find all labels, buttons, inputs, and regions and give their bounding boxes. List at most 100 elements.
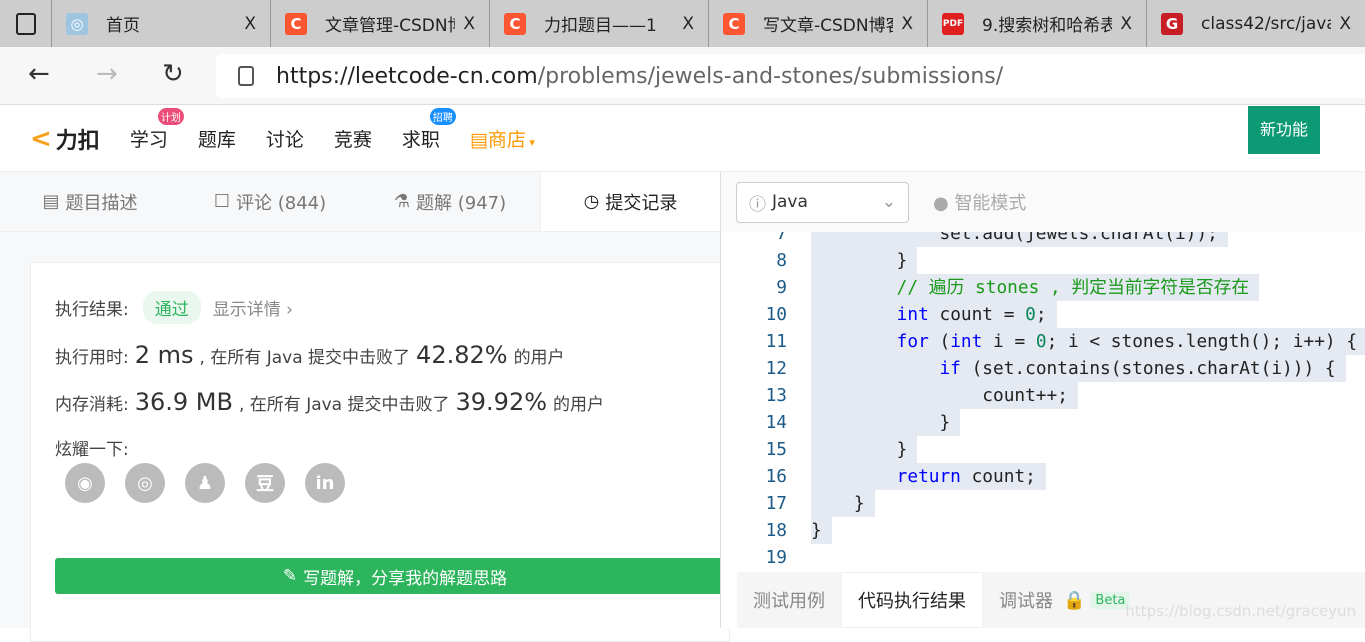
- browser-tab[interactable]: C 力扣题目——1 X: [489, 0, 708, 47]
- code-line: }: [811, 436, 918, 463]
- nav-item[interactable]: 题库: [198, 125, 236, 152]
- tab-submissions[interactable]: ◷ 提交记录: [540, 172, 720, 231]
- douban-icon[interactable]: 豆: [245, 463, 285, 503]
- nav-item[interactable]: 学习 计划: [130, 108, 184, 152]
- line-number: 12: [765, 358, 787, 379]
- linkedin-icon[interactable]: in: [305, 463, 345, 503]
- qq-icon[interactable]: ♟: [185, 463, 225, 503]
- result-card: 执行结果: 通过 显示详情 › 执行用时: 2 ms , 在所有 Java 提交…: [30, 262, 735, 642]
- tab-title: 写文章-CSDN博客: [763, 16, 894, 36]
- close-tab-icon[interactable]: X: [463, 14, 475, 34]
- line-number: 9: [776, 277, 787, 298]
- info-icon: ⓘ: [749, 194, 766, 215]
- nav-item[interactable]: 求职 招聘: [402, 108, 456, 152]
- code-line: set.add(jewels.charAt(i));: [811, 232, 1228, 247]
- nav-item[interactable]: 竞赛: [334, 125, 372, 152]
- tab-title: 力扣题目——1: [544, 16, 657, 36]
- line-number: 10: [765, 304, 787, 325]
- code-line: }: [811, 517, 832, 544]
- tab-debugger[interactable]: 调试器 🔒 Beta: [983, 572, 1145, 628]
- wechat-icon[interactable]: ◉: [65, 463, 105, 503]
- memory-label: 内存消耗:: [55, 395, 129, 415]
- logo-icon: <: [30, 123, 52, 154]
- tab-comments[interactable]: ☐ 评论 (844): [180, 172, 360, 231]
- status-badge: 通过: [142, 291, 201, 324]
- window-menu-icon[interactable]: [0, 0, 51, 47]
- memory-tail: 的用户: [553, 395, 605, 415]
- reload-icon[interactable]: ↻: [162, 59, 184, 89]
- editor-panel: ⓘ Java ⌄ ● 智能模式 7 set.add(jewels.charAt(i)…: [720, 172, 1365, 628]
- smart-mode-toggle[interactable]: ● 智能模式: [933, 189, 1026, 215]
- nav-label: 题库: [197, 129, 236, 151]
- memory-percent: 39.92%: [455, 388, 548, 416]
- left-panel: ▤ 题目描述 ☐ 评论 (844) ⚗ 题解 (947) ◷ 提交记录 执行结果: 通过…: [0, 172, 735, 642]
- browser-tab[interactable]: ◎ 首页 X: [51, 0, 270, 47]
- url-host: https://leetcode-cn.com: [276, 63, 538, 89]
- weibo-icon[interactable]: ◎: [125, 463, 165, 503]
- leetcode-logo[interactable]: < 力扣: [30, 123, 100, 155]
- tab-testcase[interactable]: 测试用例: [737, 572, 841, 628]
- nav-label: 讨论: [265, 129, 304, 151]
- flask-icon: ⚗: [393, 191, 410, 212]
- tab-description[interactable]: ▤ 题目描述: [0, 172, 180, 231]
- line-number: 16: [765, 466, 787, 487]
- browser-tab-bar: ◎首页XC文章管理-CSDN博客XC力扣题目——1XC写文章-CSDN博客XPD…: [0, 0, 1365, 47]
- code-line: int count = 0;: [811, 301, 1057, 328]
- line-number: 17: [765, 493, 787, 514]
- new-feature-banner[interactable]: 新功能: [1248, 106, 1320, 154]
- code-line: }: [811, 247, 918, 274]
- beta-badge: Beta: [1091, 591, 1130, 609]
- forward-icon[interactable]: →: [96, 59, 118, 89]
- line-number: 14: [765, 412, 787, 433]
- line-number: 7: [776, 232, 787, 244]
- tab-run-result[interactable]: 代码执行结果: [841, 572, 983, 628]
- code-line: }: [811, 409, 961, 436]
- smart-mode-label: 智能模式: [954, 193, 1027, 214]
- logo-text: 力扣: [55, 128, 100, 154]
- memory-text: , 在所有 Java 提交中击败了: [238, 395, 450, 415]
- address-bar: ← → ↻ https://leetcode-cn.com/problems/j…: [0, 47, 1365, 105]
- url-input[interactable]: https://leetcode-cn.com/problems/jewels-…: [216, 54, 1365, 98]
- browser-tab[interactable]: C 文章管理-CSDN博客 X: [270, 0, 489, 47]
- memory-value: 36.9 MB: [134, 388, 233, 416]
- description-icon: ▤: [42, 191, 60, 212]
- runtime-percent: 42.82%: [416, 341, 508, 369]
- tab-title: 首页: [106, 16, 140, 36]
- code-line: count++;: [811, 382, 1078, 409]
- close-tab-icon[interactable]: X: [244, 14, 256, 34]
- code-line: }: [811, 490, 875, 517]
- line-number: 11: [765, 331, 787, 352]
- close-tab-icon[interactable]: X: [901, 14, 913, 34]
- show-details-link[interactable]: 显示详情 ›: [213, 295, 293, 320]
- runtime-value: 2 ms: [134, 341, 194, 369]
- pdf-icon: PDF: [942, 12, 964, 35]
- line-number: 15: [765, 439, 787, 460]
- close-tab-icon[interactable]: X: [682, 14, 694, 34]
- tab-label: 题解 (947): [416, 192, 507, 214]
- nav-item[interactable]: 讨论: [266, 125, 304, 152]
- close-tab-icon[interactable]: X: [1120, 14, 1132, 34]
- language-select[interactable]: ⓘ Java ⌄: [736, 181, 909, 223]
- chevron-down-icon: ⌄: [881, 192, 896, 212]
- code-editor[interactable]: 7 set.add(jewels.charAt(i)); 8 } 9 // 遍历 s…: [721, 232, 1365, 572]
- tab-solutions[interactable]: ⚗ 题解 (947): [360, 172, 540, 231]
- nav-badge: 招聘: [429, 108, 456, 125]
- lock-icon: [238, 66, 254, 86]
- runtime-tail: 的用户: [513, 348, 565, 368]
- code-line: for (int i = 0; i < stones.length(); i++…: [811, 328, 1365, 355]
- browser-tab[interactable]: C 写文章-CSDN博客 X: [708, 0, 927, 47]
- language-value: Java: [772, 192, 808, 212]
- globe-icon: ◎: [66, 12, 88, 35]
- tab-title: 文章管理-CSDN博客: [325, 16, 455, 36]
- close-tab-icon[interactable]: X: [1339, 14, 1351, 34]
- clock-icon: ◷: [583, 191, 600, 212]
- browser-tab[interactable]: PDF 9.搜索树和哈希表 X: [927, 0, 1146, 47]
- write-solution-button[interactable]: ✎ 写题解，分享我的解题思路: [55, 558, 735, 594]
- tab-label: 题目描述: [65, 192, 138, 214]
- pencil-icon: ✎: [282, 566, 298, 586]
- back-icon[interactable]: ←: [28, 59, 50, 89]
- dot-icon: ●: [933, 193, 955, 214]
- nav-shop[interactable]: ▤商店 ▾: [470, 125, 535, 152]
- debugger-label: 调试器: [999, 591, 1053, 612]
- browser-tab[interactable]: Gclass42/src/java X: [1146, 0, 1365, 47]
